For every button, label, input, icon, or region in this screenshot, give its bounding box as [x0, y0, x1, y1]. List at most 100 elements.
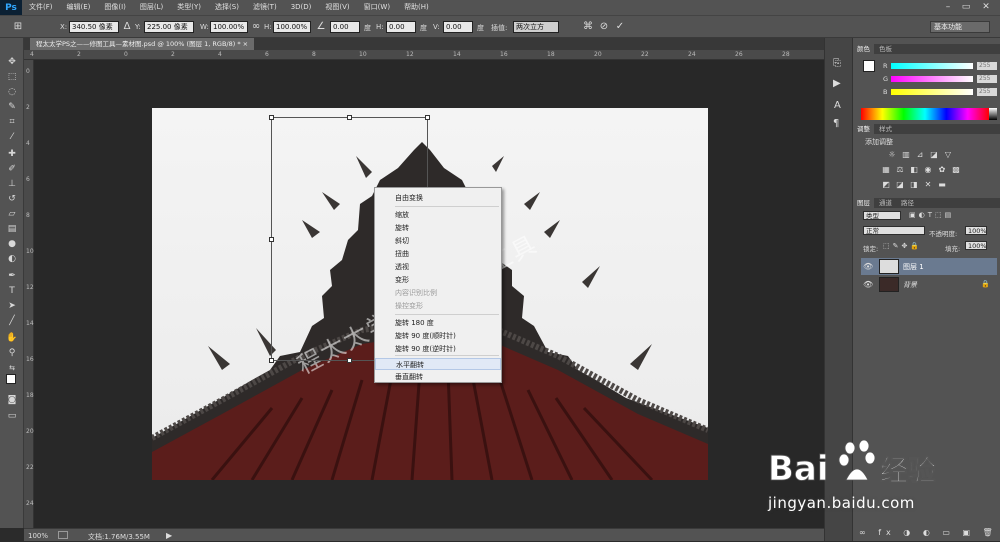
- context-menu-item[interactable]: 旋转 90 度(逆时针): [375, 343, 501, 355]
- b-value[interactable]: 255: [977, 88, 997, 96]
- screen-mode-icon[interactable]: ▭: [5, 410, 19, 422]
- workspace-select[interactable]: 基本功能: [930, 21, 990, 33]
- history-brush-tool-icon[interactable]: ↺: [5, 193, 19, 205]
- photo-filter-icon[interactable]: ◉: [923, 165, 933, 174]
- transform-handle[interactable]: [347, 358, 352, 363]
- color-lookup-icon[interactable]: ▩: [951, 165, 961, 174]
- link-icon[interactable]: ∞: [250, 21, 262, 33]
- tab-swatches[interactable]: 色板: [875, 44, 896, 54]
- shape-tool-icon[interactable]: ╱: [5, 315, 19, 327]
- character-panel-icon[interactable]: A: [834, 100, 841, 111]
- gradient-map-icon[interactable]: ▬: [937, 180, 947, 189]
- blend-mode-select[interactable]: 正常: [863, 226, 925, 235]
- menu-item[interactable]: 图层(L): [133, 0, 170, 15]
- tab-styles[interactable]: 样式: [875, 124, 896, 134]
- blur-tool-icon[interactable]: ●: [5, 238, 19, 250]
- layer-actions-bar[interactable]: ∞ fx ◑ ◐ ▭ ▣ 🗑: [859, 528, 998, 537]
- color-balance-icon[interactable]: ⚖: [895, 165, 905, 174]
- interpolation-select[interactable]: 两次立方: [513, 21, 559, 33]
- threshold-icon[interactable]: ◨: [909, 180, 919, 189]
- maximize-icon[interactable]: ▭: [958, 0, 974, 15]
- tab-color[interactable]: 颜色: [853, 44, 874, 54]
- levels-icon[interactable]: ▥: [901, 150, 911, 159]
- fill-field[interactable]: 100%: [965, 241, 987, 250]
- menu-item[interactable]: 滤镜(T): [246, 0, 284, 15]
- healing-brush-tool-icon[interactable]: ✚: [5, 148, 19, 160]
- y-field[interactable]: 225.00 像素: [144, 21, 194, 33]
- clone-stamp-tool-icon[interactable]: ⊥: [5, 178, 19, 190]
- quick-select-tool-icon[interactable]: ✎: [5, 101, 19, 113]
- h-field[interactable]: 100.00%: [273, 21, 311, 33]
- status-menu-arrow-icon[interactable]: ▶: [166, 531, 172, 540]
- swap-colors-icon[interactable]: ⇆: [5, 362, 19, 374]
- angle-field[interactable]: 0.00: [330, 21, 360, 33]
- hue-saturation-icon[interactable]: ▦: [881, 165, 891, 174]
- history-panel-icon[interactable]: ⎘: [833, 58, 841, 69]
- context-menu-item[interactable]: 变形: [375, 274, 501, 286]
- transform-handle[interactable]: [269, 358, 274, 363]
- transform-handle[interactable]: [347, 115, 352, 120]
- menu-item[interactable]: 视图(V): [318, 0, 356, 15]
- menu-item[interactable]: 选择(S): [208, 0, 246, 15]
- invert-icon[interactable]: ◩: [881, 180, 891, 189]
- context-menu-item[interactable]: 旋转 90 度(顺时针): [375, 330, 501, 342]
- context-menu-item[interactable]: 旋转 180 度: [375, 317, 501, 329]
- posterize-icon[interactable]: ◪: [895, 180, 905, 189]
- type-tool-icon[interactable]: T: [5, 285, 19, 297]
- transform-handle[interactable]: [269, 237, 274, 242]
- context-menu-item[interactable]: 自由变换: [375, 192, 501, 204]
- r-slider[interactable]: [891, 63, 973, 69]
- tab-adjustments[interactable]: 调整: [853, 124, 874, 134]
- vskew-field[interactable]: 0.00: [443, 21, 473, 33]
- tab-layers[interactable]: 图层: [853, 198, 874, 208]
- brightness-icon[interactable]: ☼: [887, 150, 897, 159]
- menu-item[interactable]: 图像(I): [97, 0, 133, 15]
- minimize-icon[interactable]: –: [940, 0, 956, 15]
- menu-item[interactable]: 文件(F): [22, 0, 60, 15]
- menu-item[interactable]: 帮助(H): [397, 0, 436, 15]
- tab-paths[interactable]: 路径: [897, 198, 918, 208]
- reference-point-icon[interactable]: ⊞: [12, 21, 24, 33]
- context-menu-item[interactable]: 垂直翻转: [375, 371, 501, 383]
- move-tool-icon[interactable]: ✥: [5, 56, 19, 68]
- w-field[interactable]: 100.00%: [210, 21, 248, 33]
- exposure-icon[interactable]: ◪: [929, 150, 939, 159]
- hskew-field[interactable]: 0.00: [386, 21, 416, 33]
- gradient-tool-icon[interactable]: ▤: [5, 223, 19, 235]
- layer-row-background[interactable]: 👁 背景 🔒: [861, 276, 997, 293]
- b-slider[interactable]: [891, 89, 973, 95]
- zoom-level[interactable]: 100%: [28, 532, 48, 540]
- status-icon[interactable]: [58, 531, 68, 539]
- curves-icon[interactable]: ⊿: [915, 150, 925, 159]
- menu-item[interactable]: 编辑(E): [60, 0, 98, 15]
- layer-kind-filter[interactable]: 类型: [863, 211, 901, 220]
- context-menu-item[interactable]: 斜切: [375, 235, 501, 247]
- menu-item[interactable]: 3D(D): [284, 0, 319, 15]
- layer-row-layer1[interactable]: 👁 图层 1: [861, 258, 997, 275]
- grayscale-ramp[interactable]: [989, 108, 997, 120]
- tab-channels[interactable]: 通道: [875, 198, 896, 208]
- foreground-swatch[interactable]: [863, 60, 875, 72]
- foreground-color-swatch[interactable]: [6, 374, 16, 384]
- context-menu-item[interactable]: 旋转: [375, 222, 501, 234]
- eyedropper-tool-icon[interactable]: ⁄: [5, 131, 19, 143]
- context-menu-item[interactable]: 透视: [375, 261, 501, 273]
- tab-close-icon[interactable]: ×: [243, 40, 248, 48]
- document-tab[interactable]: 程太太学PS之——修图工具—素材图.psd @ 100% (图层 1, RGB/…: [30, 38, 255, 50]
- vibrance-icon[interactable]: ▽: [943, 150, 953, 159]
- paragraph-panel-icon[interactable]: ¶: [833, 118, 839, 129]
- context-menu-item[interactable]: 水平翻转: [375, 358, 501, 370]
- transform-handle[interactable]: [269, 115, 274, 120]
- filter-icons[interactable]: ▣◐T⬚▤: [909, 211, 954, 219]
- color-spectrum[interactable]: [861, 108, 989, 120]
- transform-handle[interactable]: [425, 115, 430, 120]
- visibility-eye-icon[interactable]: 👁: [863, 280, 873, 289]
- marquee-tool-icon[interactable]: ⬚: [5, 71, 19, 83]
- selective-color-icon[interactable]: ✕: [923, 180, 933, 189]
- r-value[interactable]: 255: [977, 62, 997, 70]
- actions-panel-icon[interactable]: ▶: [833, 78, 841, 89]
- crop-tool-icon[interactable]: ⌗: [5, 116, 19, 128]
- quick-mask-icon[interactable]: ◙: [5, 394, 19, 406]
- x-field[interactable]: 340.50 像素: [69, 21, 119, 33]
- pen-tool-icon[interactable]: ✒: [5, 270, 19, 282]
